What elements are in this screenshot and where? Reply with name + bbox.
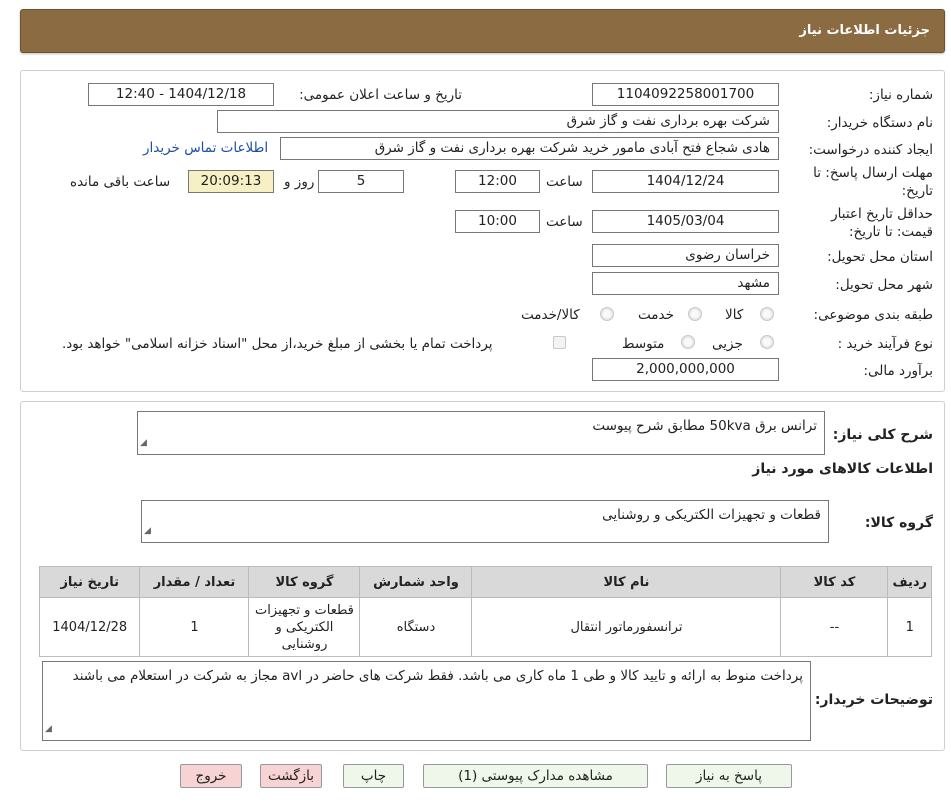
- days-remaining-field: 5: [318, 170, 404, 193]
- goods-group-text: قطعات و تجهیزات الکتریکی و روشنایی: [602, 507, 821, 523]
- table-row: 1 -- ترانسفورماتور انتقال دستگاه قطعات و…: [38, 597, 932, 657]
- exit-button[interactable]: خروج: [180, 764, 242, 788]
- description-textarea[interactable]: ترانس برق 50kva مطابق شرح پیوست ◢: [137, 411, 825, 455]
- validity-label: حداقل تاریخ اعتبار قیمت: تا تاریخ:: [831, 206, 933, 240]
- need-number-label: شماره نیاز:: [868, 87, 933, 103]
- budget-label: برآورد مالی:: [863, 363, 933, 379]
- col-group: گروه کالا: [248, 566, 361, 598]
- category-service-label: خدمت: [638, 307, 674, 323]
- deadline-time-label: ساعت: [546, 174, 583, 190]
- validity-date-field: 1405/03/04: [592, 210, 779, 233]
- back-button[interactable]: بازگشت: [260, 764, 322, 788]
- cell-item-name: ترانسفورماتور انتقال: [471, 597, 782, 657]
- page-header: جزئیات اطلاعات نیاز: [20, 9, 945, 53]
- description-text: ترانس برق 50kva مطابق شرح پیوست: [592, 418, 817, 434]
- col-need-date: تاریخ نیاز: [38, 566, 141, 598]
- validity-time-label: ساعت: [546, 214, 583, 230]
- buyer-org-label: نام دستگاه خریدار:: [826, 115, 933, 131]
- process-medium-label: متوسط: [622, 336, 665, 352]
- buyer-contact-link[interactable]: اطلاعات تماس خریدار: [143, 140, 268, 156]
- goods-group-textarea[interactable]: قطعات و تجهیزات الکتریکی و روشنایی ◢: [141, 500, 829, 543]
- time-remaining-label: ساعت باقی مانده: [70, 174, 171, 190]
- process-minor-radio[interactable]: [760, 335, 774, 349]
- city-field: مشهد: [592, 272, 779, 295]
- buyer-notes-text: پرداخت منوط به ارائه و تایید کالا و طی 1…: [72, 668, 803, 684]
- resize-grip-icon: ◢: [45, 724, 52, 734]
- city-label: شهر محل تحویل:: [835, 277, 933, 293]
- budget-field: 2,000,000,000: [592, 358, 779, 381]
- province-label: استان محل تحویل:: [827, 249, 933, 265]
- treasury-payment-checkbox[interactable]: [553, 336, 566, 349]
- deadline-date-field: 1404/12/24: [592, 170, 779, 193]
- province-field: خراسان رضوی: [592, 244, 779, 267]
- category-goods-radio[interactable]: [760, 307, 774, 321]
- cell-unit: دستگاه: [359, 597, 473, 657]
- col-quantity: تعداد / مقدار: [139, 566, 250, 598]
- process-label: نوع فرآیند خرید :: [837, 336, 933, 352]
- col-row-number: ردیف: [887, 566, 932, 598]
- cell-row-number: 1: [887, 597, 932, 657]
- description-label: شرح کلی نیاز:: [832, 427, 933, 443]
- deadline-time-field: 12:00: [455, 170, 540, 193]
- col-item-code: کد کالا: [780, 566, 889, 598]
- announce-datetime-field: 1404/12/18 - 12:40: [88, 83, 274, 106]
- days-label: روز و: [284, 174, 315, 190]
- goods-group-label: گروه کالا:: [864, 515, 933, 531]
- category-goods-service-label: کالا/خدمت: [521, 307, 580, 323]
- view-attachments-button[interactable]: مشاهده مدارک پیوستی (1): [423, 764, 648, 788]
- category-label: طبقه بندی موضوعی:: [813, 307, 933, 323]
- process-minor-label: جزیی: [712, 336, 743, 352]
- cell-group: قطعات و تجهیزات الکتریکی و روشنایی: [248, 597, 361, 657]
- resize-grip-icon: ◢: [144, 526, 151, 536]
- goods-section-title: اطلاعات کالاهای مورد نیاز: [752, 461, 933, 477]
- time-remaining-field: 20:09:13: [188, 170, 274, 193]
- col-item-name: نام کالا: [471, 566, 782, 598]
- col-unit: واحد شمارش: [359, 566, 473, 598]
- category-goods-label: کالا: [725, 307, 744, 323]
- table-header-row: ردیف کد کالا نام کالا واحد شمارش گروه کا…: [38, 566, 932, 598]
- requester-field: هادی شجاع فتح آبادی مامور خرید شرکت بهره…: [280, 137, 779, 160]
- print-button[interactable]: چاپ: [343, 764, 404, 788]
- treasury-payment-note: پرداخت تمام یا بخشی از مبلغ خرید،از محل …: [62, 336, 493, 352]
- page-title: جزئیات اطلاعات نیاز: [799, 23, 930, 38]
- buyer-notes-textarea[interactable]: پرداخت منوط به ارائه و تایید کالا و طی 1…: [42, 661, 811, 741]
- cell-quantity: 1: [139, 597, 250, 657]
- process-medium-radio[interactable]: [681, 335, 695, 349]
- buyer-org-field: شرکت بهره برداری نفت و گاز شرق: [217, 110, 779, 133]
- validity-time-field: 10:00: [455, 210, 540, 233]
- reply-button[interactable]: پاسخ به نیاز: [666, 764, 792, 788]
- category-service-radio[interactable]: [688, 307, 702, 321]
- need-number-field: 1104092258001700: [592, 83, 779, 106]
- cell-need-date: 1404/12/28: [38, 597, 141, 657]
- category-goods-service-radio[interactable]: [600, 307, 614, 321]
- requester-label: ایجاد کننده درخواست:: [808, 142, 933, 158]
- announce-datetime-label: تاریخ و ساعت اعلان عمومی:: [299, 87, 462, 103]
- resize-grip-icon: ◢: [140, 438, 147, 448]
- goods-table: ردیف کد کالا نام کالا واحد شمارش گروه کا…: [38, 566, 932, 657]
- buyer-notes-label: توضیحات خریدار:: [814, 692, 933, 708]
- cell-item-code: --: [780, 597, 889, 657]
- deadline-label: مهلت ارسال پاسخ: تا تاریخ:: [813, 165, 933, 199]
